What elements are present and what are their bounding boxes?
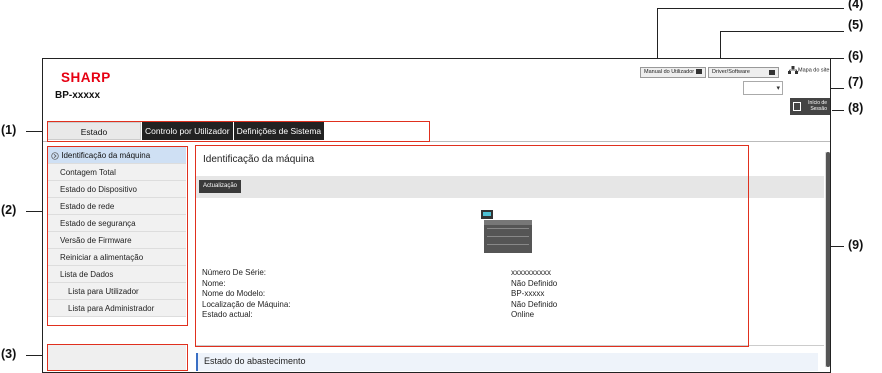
sidebar-item-identificacao[interactable]: Identificação da máquina xyxy=(48,147,186,164)
sidebar-item-lista-dados[interactable]: Lista de Dados xyxy=(48,266,186,283)
supply-status-header[interactable]: Estado do abastecimento xyxy=(196,353,818,371)
sidebar-item-estado-dispositivo[interactable]: Estado do Dispositivo xyxy=(48,181,186,198)
book-icon xyxy=(696,69,703,75)
logout-icon xyxy=(793,102,801,111)
callout-6: (6) xyxy=(848,49,864,63)
sidebar-item-estado-seguranca[interactable]: Estado de segurança xyxy=(48,215,186,232)
info-value: Online xyxy=(511,310,535,319)
sidebar-item-contagem-total[interactable]: Contagem Total xyxy=(48,164,186,181)
info-value: xxxxxxxxxx xyxy=(511,268,551,277)
callout-5: (5) xyxy=(848,18,864,32)
callout-8: (8) xyxy=(848,101,864,115)
page-title: Identificação da máquina xyxy=(203,154,315,165)
sitemap-label: Mapa do site xyxy=(798,67,830,74)
manual-button[interactable]: Manual do Utilizador xyxy=(640,67,707,78)
browser-frame: SHARP BP-xxxxx Manual do Utilizador Driv… xyxy=(42,58,831,373)
info-label: Localização de Máquina: xyxy=(202,299,291,309)
info-label: Estado actual: xyxy=(202,310,253,319)
printer-icon xyxy=(481,210,532,253)
sidebar-item-versao-firmware[interactable]: Versão de Firmware xyxy=(48,232,186,249)
manual-label: Manual do Utilizador xyxy=(644,69,695,75)
update-button[interactable]: Actualização xyxy=(199,180,242,193)
update-bar: Actualização xyxy=(196,176,824,198)
model-name: BP-xxxxx xyxy=(55,90,101,101)
content-panel: Identificação da máquina Actualização Nú… xyxy=(196,147,824,372)
info-values: xxxxxxxxxx Não Definido BP-xxxxx Não Def… xyxy=(511,268,557,321)
sidebar-menu: Identificação da máquina Contagem Total … xyxy=(48,147,186,317)
sitemap-icon xyxy=(788,66,798,74)
info-label: Nome do Modelo: xyxy=(202,289,266,298)
callout-9: (9) xyxy=(848,238,864,252)
callout-2: (2) xyxy=(1,203,17,217)
info-label: Nome: xyxy=(202,278,226,288)
info-label: Número De Série: xyxy=(202,268,267,277)
info-labels: Número De Série: Nome: Nome do Modelo: L… xyxy=(202,268,291,321)
sidebar-item-estado-rede[interactable]: Estado de rede xyxy=(48,198,186,215)
download-icon xyxy=(769,70,775,75)
info-value: BP-xxxxx xyxy=(511,289,545,298)
sidebar-item-reiniciar[interactable]: Reiniciar a alimentação xyxy=(48,249,186,266)
chevron-right-icon xyxy=(51,152,59,160)
sitemap-link[interactable]: Mapa do site xyxy=(788,66,830,74)
sidebar-item-label: Identificação da máquina xyxy=(61,151,151,160)
main-tabs: Estado Controlo por Utilizador Definiçõe… xyxy=(47,122,325,140)
callout-3: (3) xyxy=(1,347,17,361)
callout-7: (7) xyxy=(848,75,864,89)
tab-definicoes-sistema[interactable]: Definições de Sistema xyxy=(233,122,325,140)
sidebar-item-lista-utilizador[interactable]: Lista para Utilizador xyxy=(48,283,186,300)
language-select[interactable] xyxy=(743,81,783,95)
sidebar-empty-area xyxy=(48,345,186,370)
tab-divider xyxy=(43,141,830,142)
driver-software-button[interactable]: Driver/Software xyxy=(708,67,779,78)
info-value: Não Definido xyxy=(511,278,558,288)
leader-4-h xyxy=(657,8,844,9)
info-value: Não Definido xyxy=(511,299,558,309)
leader-5-h xyxy=(720,31,844,32)
scrollbar-thumb[interactable] xyxy=(826,152,830,367)
callout-1: (1) xyxy=(1,123,17,137)
sharp-logo: SHARP xyxy=(61,70,111,85)
driver-label: Driver/Software xyxy=(712,69,750,75)
sidebar-item-lista-administrador[interactable]: Lista para Administrador xyxy=(48,300,186,317)
tab-estado[interactable]: Estado xyxy=(47,122,141,140)
callout-4: (4) xyxy=(848,0,864,11)
leader-8 xyxy=(832,110,844,111)
tab-controlo-utilizador[interactable]: Controlo por Utilizador xyxy=(142,122,233,140)
content-divider xyxy=(196,345,824,346)
login-button[interactable]: Início de Sessão xyxy=(790,98,830,115)
